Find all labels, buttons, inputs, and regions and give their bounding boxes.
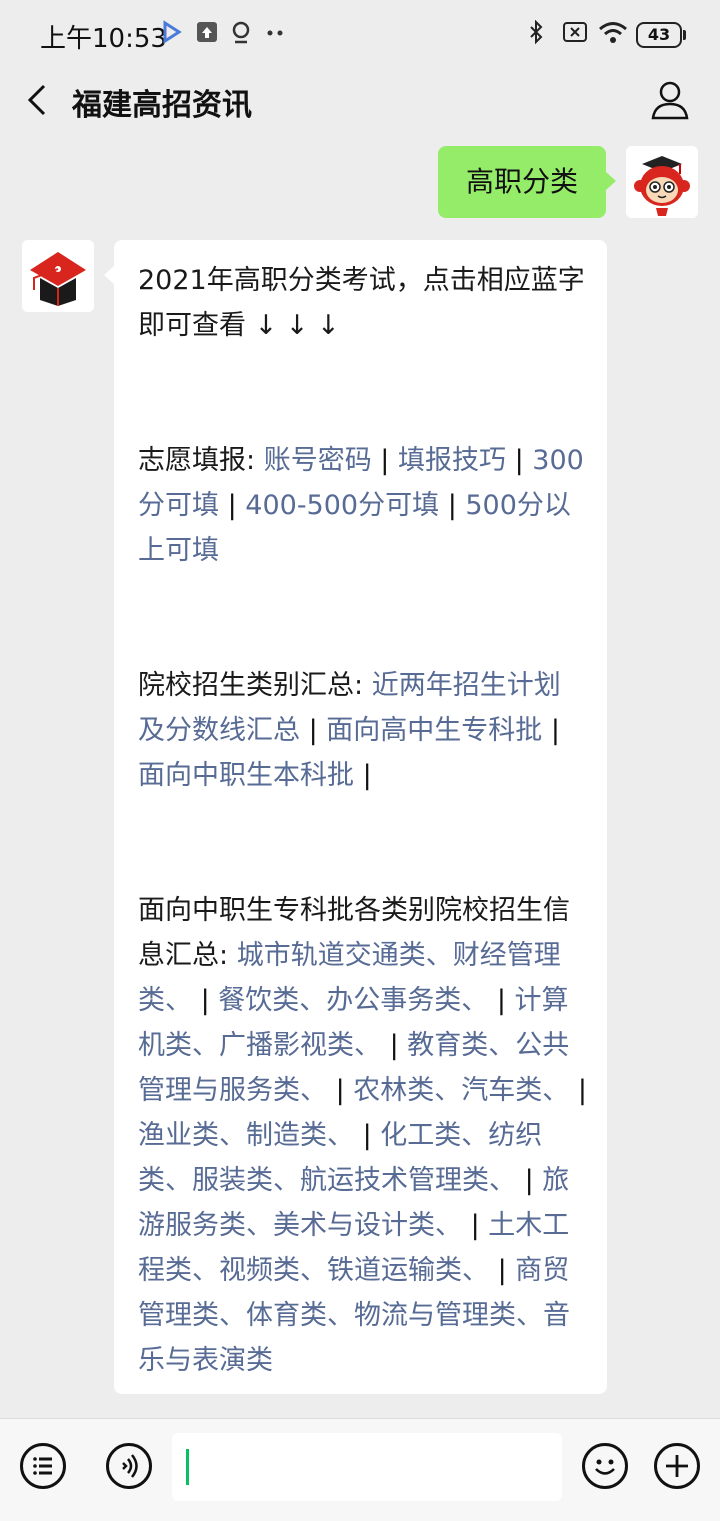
official-account-avatar[interactable] (22, 240, 94, 312)
graduation-cap-logo-icon (22, 240, 94, 312)
link-high-school-junior-college[interactable]: 面向高中生专科批 (326, 715, 542, 746)
voice-icon (122, 1454, 138, 1478)
intro-text: 2021年高职分类考试，点击相应蓝字即可查看 ↓ ↓ ↓ (138, 265, 585, 341)
link-400-500-score[interactable]: 400-500分可填 (245, 490, 439, 521)
link-category-group[interactable]: 渔业类、制造类、 (138, 1120, 354, 1151)
upload-app-icon (197, 22, 217, 42)
link-vocational-undergraduate[interactable]: 面向中职生本科批 (138, 760, 354, 791)
chat-header: 福建高招资讯 (0, 70, 720, 130)
monkey-mascot-icon (626, 146, 698, 218)
bluetooth-icon (530, 20, 543, 45)
chat-title: 福建高招资讯 (72, 88, 252, 123)
voice-button[interactable] (106, 1443, 152, 1489)
wifi-icon (599, 22, 627, 43)
category-summary-label: 院校招生类别汇总: (138, 670, 364, 701)
status-bar: 上午10:53 43 (0, 0, 720, 70)
volunteer-label: 志愿填报: (138, 445, 256, 476)
plus-button[interactable] (654, 1443, 700, 1489)
link-category-group[interactable]: 农林类、汽车类、 (353, 1075, 569, 1106)
user-avatar[interactable] (626, 146, 698, 218)
received-message-bubble: 2021年高职分类考试，点击相应蓝字即可查看 ↓ ↓ ↓ 志愿填报: 账号密码 … (104, 240, 607, 1394)
chevron-left-icon (27, 84, 46, 116)
plus-icon (666, 1455, 688, 1477)
volunteer-section: 志愿填报: 账号密码 | 填报技巧 | 300分可填 | 400-500分可填 … (138, 445, 584, 566)
person-icon (651, 81, 689, 120)
link-account-password[interactable]: 账号密码 (264, 445, 372, 476)
list-icon (33, 1457, 52, 1475)
location-app-icon (232, 21, 250, 44)
emoji-icon (595, 1459, 615, 1475)
text-cursor (186, 1449, 189, 1485)
message-input[interactable] (172, 1433, 562, 1501)
back-button[interactable] (20, 78, 60, 122)
menu-button[interactable] (20, 1443, 66, 1489)
emoji-button[interactable] (582, 1443, 628, 1489)
battery-indicator: 43 (636, 22, 686, 48)
category-summary-section: 院校招生类别汇总: 近两年招生计划及分数线汇总 | 面向高中生专科批 | 面向中… (138, 670, 561, 791)
sent-message-bubble[interactable]: 高职分类 (438, 146, 616, 218)
vocational-categories-section: 面向中职生专科批各类别院校招生信息汇总: 城市轨道交通类、财经管理类、 | 餐饮… (138, 895, 587, 1376)
no-sim-icon (563, 22, 587, 42)
link-category-group[interactable]: 餐饮类、办公事务类、 (218, 985, 488, 1016)
video-app-icon (163, 20, 182, 44)
link-filling-tips[interactable]: 填报技巧 (398, 445, 506, 476)
status-time: 上午10:53 (40, 24, 167, 54)
more-notifications-icon (267, 30, 283, 36)
profile-button[interactable] (648, 78, 692, 122)
input-bar (0, 1418, 720, 1521)
